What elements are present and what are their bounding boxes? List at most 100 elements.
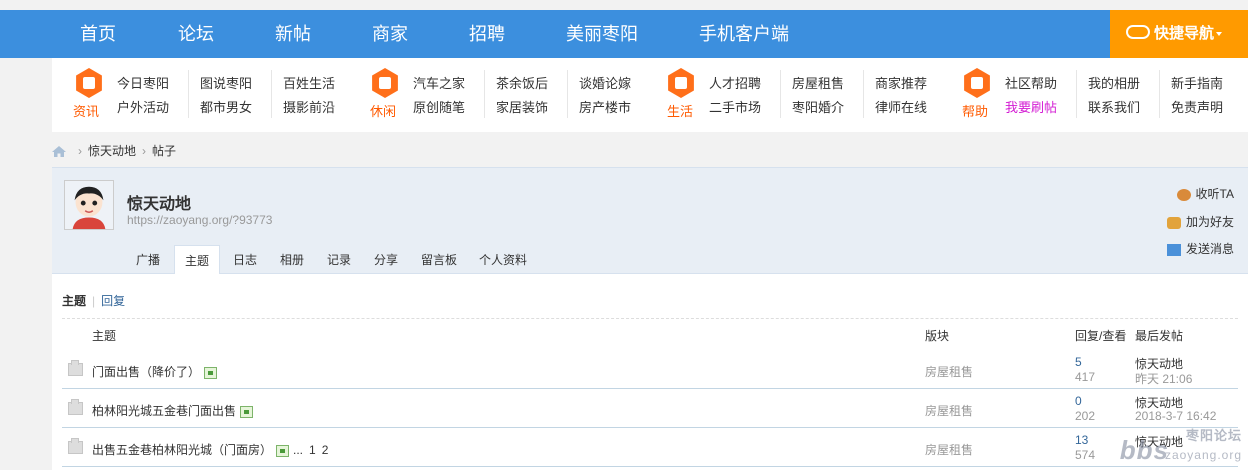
forum-link[interactable]: 房屋租售 xyxy=(925,441,973,458)
profile-name[interactable]: 惊天动地 xyxy=(127,190,191,214)
reply-count[interactable]: 0 xyxy=(1075,394,1082,408)
quick-link[interactable]: 户外活动 xyxy=(117,97,169,116)
quick-link[interactable]: 图说枣阳 xyxy=(200,73,252,92)
divider xyxy=(780,70,781,118)
divider xyxy=(188,70,189,118)
reply-count[interactable]: 13 xyxy=(1075,433,1088,447)
quick-link[interactable]: 人才招聘 xyxy=(709,73,761,92)
follow-icon xyxy=(1176,188,1191,201)
nav-forum[interactable]: 论坛 xyxy=(178,10,214,58)
divider xyxy=(484,70,485,118)
divider xyxy=(863,70,864,118)
avatar[interactable] xyxy=(64,180,114,230)
nav-jobs[interactable]: 招聘 xyxy=(469,10,505,58)
table-row: 门面出售（降价了） 房屋租售 5 417 惊天动地 昨天 21:06 xyxy=(62,350,1238,389)
quick-link[interactable]: 二手市场 xyxy=(709,97,761,116)
thread-title-link[interactable]: 门面出售（降价了） xyxy=(92,365,200,379)
tab-guestbook[interactable]: 留言板 xyxy=(414,245,464,275)
thread-title-link[interactable]: 柏林阳光城五金巷门面出售 xyxy=(92,404,236,418)
divider xyxy=(1076,70,1077,118)
forum-link[interactable]: 房屋租售 xyxy=(925,363,973,380)
follow-button[interactable]: 收听TA xyxy=(1176,185,1234,202)
cloud-icon xyxy=(1126,25,1150,40)
quick-link[interactable]: 百姓生活 xyxy=(283,73,335,92)
breadcrumb-user[interactable]: 惊天动地 xyxy=(88,144,136,158)
breadcrumb-posts[interactable]: 帖子 xyxy=(152,144,176,158)
subtab-replies[interactable]: 回复 xyxy=(101,294,125,308)
profile-url[interactable]: https://zaoyang.org/?93773 xyxy=(127,213,272,227)
quick-link[interactable]: 家居装饰 xyxy=(496,97,548,116)
quick-link[interactable]: 我的相册 xyxy=(1088,73,1140,92)
top-nav-bar: 首页 论坛 新帖 商家 招聘 美丽枣阳 手机客户端 快捷导航 xyxy=(0,10,1248,58)
page-link[interactable]: 2 xyxy=(322,443,329,457)
nav-new-posts[interactable]: 新帖 xyxy=(275,10,311,58)
category-label-help[interactable]: 帮助 xyxy=(962,101,988,120)
quick-link[interactable]: 原创随笔 xyxy=(413,97,465,116)
add-friend-button[interactable]: 加为好友 xyxy=(1166,213,1234,230)
divider: | xyxy=(92,294,96,308)
quick-link[interactable]: 今日枣阳 xyxy=(117,73,169,92)
quick-link[interactable]: 我要刷帖 xyxy=(1005,97,1057,116)
quick-link[interactable]: 联系我们 xyxy=(1088,97,1140,116)
image-attachment-icon xyxy=(276,444,290,457)
nav-beautiful-zaoyang[interactable]: 美丽枣阳 xyxy=(566,10,638,58)
table-row: 出售五金巷柏林阳光城（门面房）... 1 2 房屋租售 13 574 惊天动地 xyxy=(62,428,1238,467)
divider xyxy=(271,70,272,118)
chevron-right-icon: › xyxy=(142,144,147,158)
tab-blog[interactable]: 日志 xyxy=(224,245,266,275)
quick-link[interactable]: 房屋租售 xyxy=(792,73,844,92)
tab-album[interactable]: 相册 xyxy=(271,245,313,275)
quick-link[interactable]: 新手指南 xyxy=(1171,73,1223,92)
quick-link[interactable]: 房产楼市 xyxy=(579,97,631,116)
quick-link[interactable]: 谈婚论嫁 xyxy=(579,73,631,92)
quick-link[interactable]: 茶余饭后 xyxy=(496,73,548,92)
tab-records[interactable]: 记录 xyxy=(318,245,360,275)
image-attachment-icon xyxy=(204,366,218,379)
quick-link[interactable]: 商家推荐 xyxy=(875,73,927,92)
tab-profile-info[interactable]: 个人资料 xyxy=(472,245,534,275)
tab-share[interactable]: 分享 xyxy=(365,245,407,275)
last-post-time[interactable]: 昨天 21:06 xyxy=(1135,370,1192,387)
quick-link[interactable]: 摄影前沿 xyxy=(283,97,335,116)
quick-links-panel: 资讯 今日枣阳 户外活动 图说枣阳 都市男女 百姓生活 摄影前沿 休闲 汽车之家… xyxy=(52,58,1248,132)
thread-list-panel: 主题 | 回复 主题 版块 回复/查看 最后发帖 门面出售（降价了） 房屋租售 5 … xyxy=(52,274,1248,470)
tab-broadcast[interactable]: 广播 xyxy=(126,245,170,275)
reply-count[interactable]: 5 xyxy=(1075,355,1082,369)
tab-threads[interactable]: 主题 xyxy=(174,245,220,276)
thread-title-cell: 柏林阳光城五金巷门面出售 xyxy=(92,402,254,419)
quick-link[interactable]: 免责声明 xyxy=(1171,97,1223,116)
nav-home[interactable]: 首页 xyxy=(80,10,116,58)
nav-mobile-client[interactable]: 手机客户端 xyxy=(699,10,789,58)
quick-link[interactable]: 社区帮助 xyxy=(1005,73,1057,92)
envelope-icon xyxy=(1166,243,1181,256)
leisure-category-icon xyxy=(372,68,398,98)
home-icon[interactable] xyxy=(52,146,66,158)
last-post-time[interactable]: 2018-3-7 16:42 xyxy=(1135,409,1216,423)
thread-pager: ... 1 2 xyxy=(293,443,328,457)
nav-merchants[interactable]: 商家 xyxy=(372,10,408,58)
quick-nav-label: 快捷导航 xyxy=(1154,25,1215,42)
quick-link[interactable]: 律师在线 xyxy=(875,97,927,116)
quick-link[interactable]: 枣阳婚介 xyxy=(792,97,844,116)
category-label-life[interactable]: 生活 xyxy=(667,101,693,120)
view-count: 202 xyxy=(1075,409,1096,423)
subtab-threads[interactable]: 主题 xyxy=(62,294,86,308)
header-last-post: 最后发帖 xyxy=(1135,329,1184,343)
handshake-icon xyxy=(1166,216,1181,229)
site-watermark: bbszaoyang.org 枣阳论坛 xyxy=(1120,428,1242,466)
page-link[interactable]: 1 xyxy=(309,443,316,457)
category-label-leisure[interactable]: 休闲 xyxy=(370,101,396,120)
folder-icon xyxy=(68,399,83,415)
quick-link[interactable]: 都市男女 xyxy=(200,97,252,116)
chevron-right-icon: › xyxy=(78,144,82,158)
category-label-info[interactable]: 资讯 xyxy=(73,101,99,120)
quick-nav-button[interactable]: 快捷导航 xyxy=(1110,10,1248,58)
thread-title-cell: 出售五金巷柏林阳光城（门面房） ... 1 2 xyxy=(92,441,328,458)
user-profile-header: 惊天动地 https://zaoyang.org/?93773 广播 主题 日志… xyxy=(52,167,1248,276)
send-message-button[interactable]: 发送消息 xyxy=(1166,240,1234,257)
quick-link[interactable]: 汽车之家 xyxy=(413,73,465,92)
forum-link[interactable]: 房屋租售 xyxy=(925,402,973,419)
thread-title-link[interactable]: 出售五金巷柏林阳光城（门面房） xyxy=(92,443,272,457)
divider xyxy=(1159,70,1160,118)
caret-down-icon xyxy=(1216,32,1223,37)
